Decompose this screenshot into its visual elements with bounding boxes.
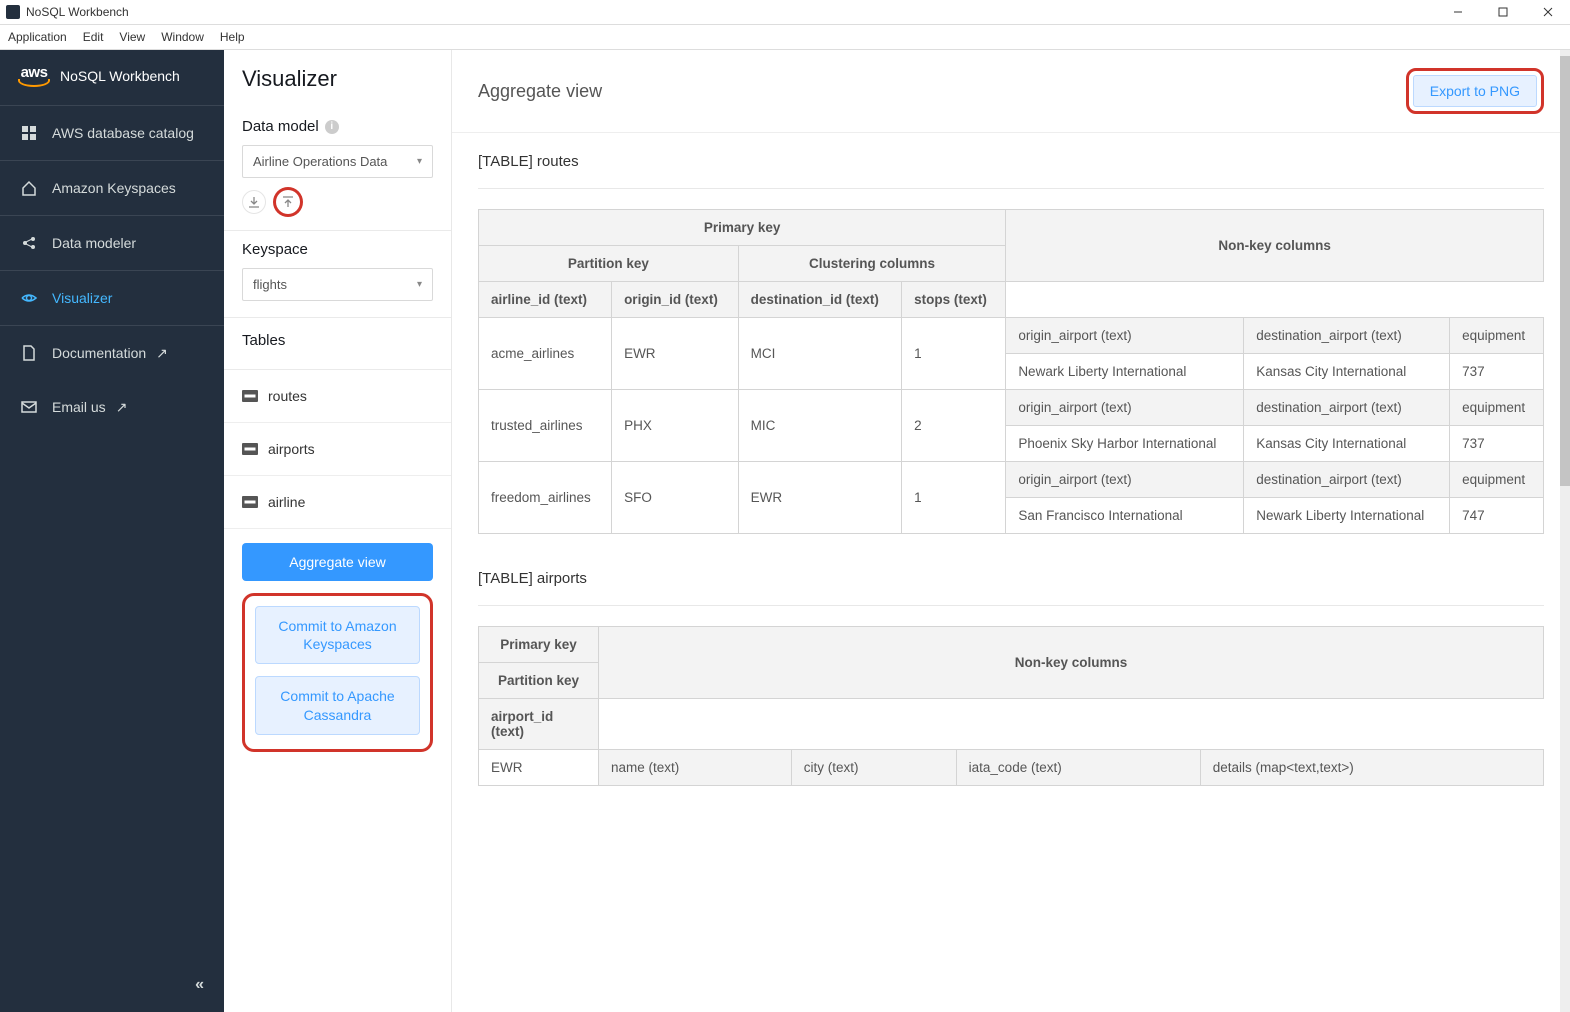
menu-help[interactable]: Help <box>220 30 245 44</box>
aggregate-view-button[interactable]: Aggregate view <box>242 543 433 581</box>
menu-application[interactable]: Application <box>8 30 67 44</box>
page-title: Aggregate view <box>478 81 602 102</box>
visualizer-panel: Visualizer Data model i Airline Operatio… <box>224 50 452 1012</box>
share-icon <box>20 234 38 252</box>
keyspace-label: Keyspace <box>242 241 433 258</box>
th-nonkey: Non-key columns <box>599 627 1544 699</box>
th-primary-key: Primary key <box>479 627 599 663</box>
table-row: acme_airlines EWR MCI 1 origin_airport (… <box>479 318 1544 354</box>
external-icon: ↗ <box>116 399 128 416</box>
col-airline-id: airline_id (text) <box>479 282 612 318</box>
table-icon <box>242 390 258 402</box>
nav-visualizer[interactable]: Visualizer <box>0 271 224 326</box>
tables-label: Tables <box>242 332 433 349</box>
data-model-select[interactable]: Airline Operations Data ▾ <box>242 145 433 178</box>
commit-cassandra-button[interactable]: Commit to Apache Cassandra <box>255 676 420 734</box>
close-button[interactable] <box>1525 0 1570 25</box>
vertical-scrollbar[interactable] <box>1560 50 1570 1012</box>
table-row: freedom_airlines SFO EWR 1 origin_airpor… <box>479 462 1544 498</box>
table-icon <box>242 443 258 455</box>
sidebar-collapse-button[interactable]: « <box>195 976 204 994</box>
mail-icon <box>20 398 38 416</box>
th-clustering: Clustering columns <box>738 246 1006 282</box>
airports-scroll[interactable]: Primary key Non-key columns Partition ke… <box>478 626 1544 794</box>
nav-label: Documentation <box>52 345 146 361</box>
nav-database-catalog[interactable]: AWS database catalog <box>0 106 224 161</box>
window-titlebar: NoSQL Workbench <box>0 0 1570 25</box>
scrollbar-thumb[interactable] <box>1560 56 1570 486</box>
maximize-button[interactable] <box>1480 0 1525 25</box>
commit-keyspaces-button[interactable]: Commit to Amazon Keyspaces <box>255 606 420 664</box>
app-icon <box>6 5 20 19</box>
main-content: Aggregate view Export to PNG [TABLE] rou… <box>452 50 1570 1012</box>
table-item-routes[interactable]: routes <box>224 370 451 423</box>
nav-label: AWS database catalog <box>52 125 194 141</box>
col-stops: stops (text) <box>902 282 1006 318</box>
routes-caption: [TABLE] routes <box>478 153 1544 189</box>
th-partition: Partition key <box>479 663 599 699</box>
aws-logo: aws <box>18 64 50 87</box>
chevron-down-icon: ▾ <box>417 279 422 290</box>
sidebar-app-name: NoSQL Workbench <box>60 68 180 84</box>
sidebar-header: aws NoSQL Workbench <box>0 50 224 106</box>
chevron-down-icon: ▾ <box>417 156 422 167</box>
menu-view[interactable]: View <box>119 30 145 44</box>
info-icon[interactable]: i <box>325 120 339 134</box>
export-highlight: Export to PNG <box>1406 68 1544 114</box>
table-icon <box>242 496 258 508</box>
upload-button[interactable] <box>276 190 300 214</box>
table-row: EWR name (text) city (text) iata_code (t… <box>479 750 1544 786</box>
menu-window[interactable]: Window <box>161 30 204 44</box>
nav-amazon-keyspaces[interactable]: Amazon Keyspaces <box>0 161 224 216</box>
nav-label: Email us <box>52 399 106 415</box>
airports-table: Primary key Non-key columns Partition ke… <box>478 626 1544 786</box>
th-primary-key: Primary key <box>479 210 1006 246</box>
airports-caption: [TABLE] airports <box>478 570 1544 606</box>
menubar: Application Edit View Window Help <box>0 25 1570 50</box>
nav-documentation[interactable]: Documentation ↗ <box>0 326 224 380</box>
sidebar: aws NoSQL Workbench AWS database catalog… <box>0 50 224 1012</box>
panel-title: Visualizer <box>224 50 451 108</box>
home-icon <box>20 179 38 197</box>
minimize-button[interactable] <box>1435 0 1480 25</box>
commit-group-highlight: Commit to Amazon Keyspaces Commit to Apa… <box>242 593 433 752</box>
window-title: NoSQL Workbench <box>26 5 129 19</box>
th-partition: Partition key <box>479 246 739 282</box>
panel-resize-handle[interactable]: ⋮ <box>449 480 452 494</box>
nav-label: Amazon Keyspaces <box>52 180 176 196</box>
grid-icon <box>20 124 38 142</box>
eye-icon <box>20 289 38 307</box>
document-icon <box>20 344 38 362</box>
download-button[interactable] <box>242 190 266 214</box>
nav-label: Visualizer <box>52 290 112 306</box>
th-nonkey: Non-key columns <box>1006 210 1544 282</box>
routes-table: Primary key Non-key columns Partition ke… <box>478 209 1544 534</box>
menu-edit[interactable]: Edit <box>83 30 104 44</box>
nav-label: Data modeler <box>52 235 136 251</box>
routes-scroll[interactable]: Primary key Non-key columns Partition ke… <box>478 209 1544 542</box>
table-item-airports[interactable]: airports <box>224 423 451 476</box>
col-origin-id: origin_id (text) <box>612 282 739 318</box>
col-destination-id: destination_id (text) <box>738 282 901 318</box>
col-airport-id: airport_id (text) <box>479 699 599 750</box>
nav-email-us[interactable]: Email us ↗ <box>0 380 224 434</box>
external-icon: ↗ <box>156 345 168 362</box>
data-model-label: Data model i <box>242 118 433 135</box>
export-png-button[interactable]: Export to PNG <box>1413 75 1537 107</box>
table-row: trusted_airlines PHX MIC 2 origin_airpor… <box>479 390 1544 426</box>
table-item-airline[interactable]: airline <box>224 476 451 529</box>
nav-data-modeler[interactable]: Data modeler <box>0 216 224 271</box>
keyspace-select[interactable]: flights ▾ <box>242 268 433 301</box>
